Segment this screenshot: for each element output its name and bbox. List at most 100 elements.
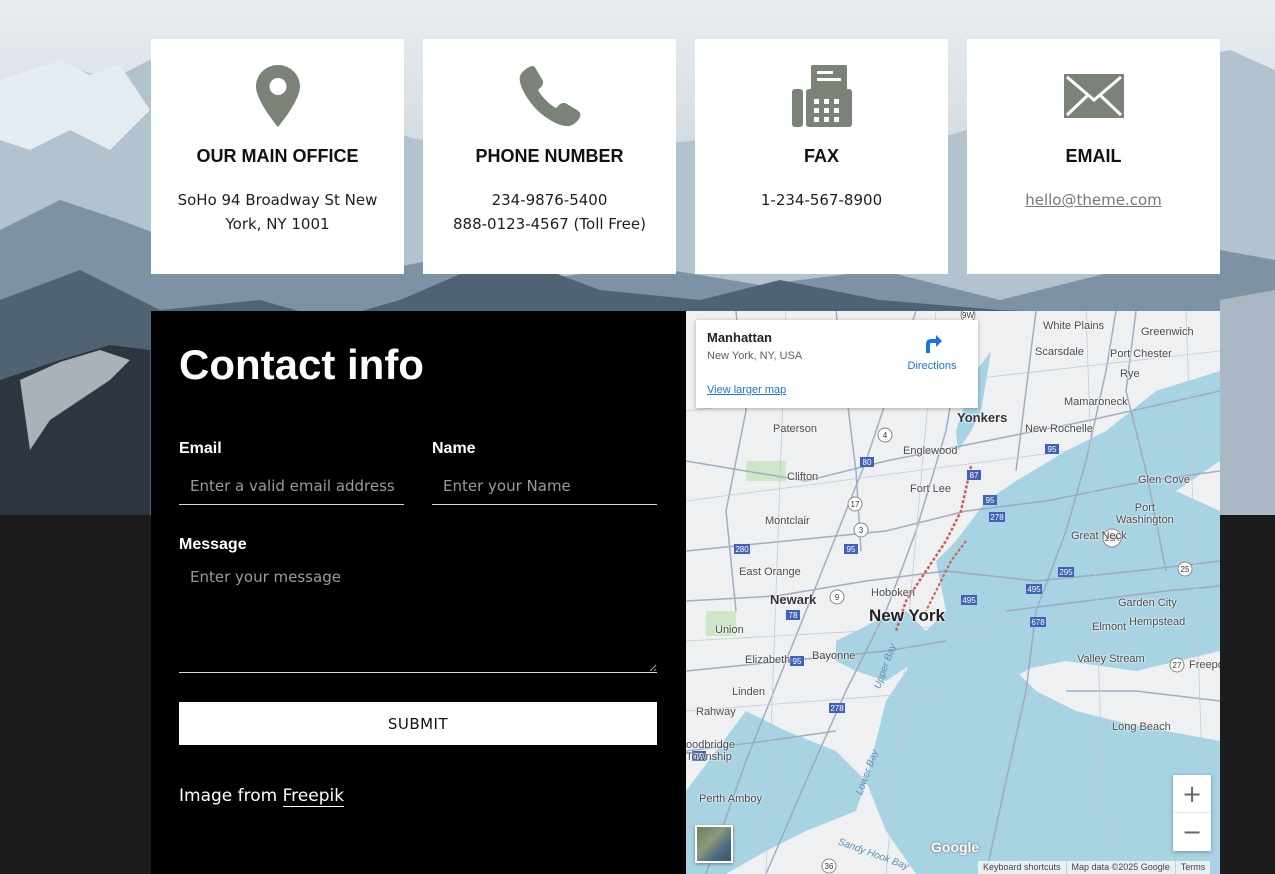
- svg-text:3: 3: [859, 526, 864, 535]
- zoom-controls: + −: [1173, 775, 1211, 851]
- map-label: Garden City: [1118, 597, 1177, 609]
- map-label: Port Chester: [1110, 348, 1172, 360]
- freepik-link[interactable]: Freepik: [282, 786, 345, 807]
- name-label: Name: [432, 440, 476, 457]
- svg-text:95: 95: [847, 545, 856, 554]
- map-label: Perth Amboy: [699, 793, 762, 805]
- map-attribution: Keyboard shortcuts Map data ©2025 Google…: [978, 861, 1211, 874]
- credit-text: Image from: [179, 786, 278, 806]
- place-name: Manhattan: [707, 330, 772, 345]
- image-credit: Image from Freepik: [179, 786, 345, 807]
- fax-icon: [695, 65, 948, 127]
- svg-text:17: 17: [851, 500, 860, 509]
- svg-text:278: 278: [990, 513, 1004, 522]
- svg-text:80: 80: [863, 458, 872, 467]
- card-title: PHONE NUMBER: [475, 146, 624, 166]
- map-label: East Orange: [739, 566, 801, 578]
- map-label: Rahway: [696, 706, 736, 718]
- map-label: Port Washington: [1116, 502, 1174, 526]
- map-label: Clifton: [787, 471, 819, 483]
- map-label: Greenwich: [1141, 326, 1194, 338]
- place-address: New York, NY, USA: [707, 350, 803, 362]
- directions-label: Directions: [907, 360, 957, 372]
- svg-text:278: 278: [830, 704, 844, 713]
- map-label: Hempstead: [1129, 616, 1186, 628]
- phone-line: 888-0123-4567 (Toll Free): [452, 215, 646, 233]
- message-label: Message: [179, 536, 247, 553]
- google-map[interactable]: 80 87 95 278 95 280 95 495 295 495 678 7…: [686, 311, 1220, 874]
- email-link[interactable]: hello@theme.com: [1025, 191, 1162, 209]
- map-label: White Plains: [1043, 320, 1105, 332]
- svg-text:678: 678: [1031, 618, 1045, 627]
- card-title: OUR MAIN OFFICE: [196, 146, 359, 166]
- address-line: SoHo 94 Broadway St New: [177, 191, 378, 209]
- map-label: New Rochelle: [1025, 423, 1093, 435]
- svg-text:25: 25: [1181, 565, 1190, 574]
- terms-link[interactable]: Terms: [1174, 861, 1211, 874]
- svg-text:27: 27: [1173, 661, 1182, 670]
- map-label: Long Beach: [1112, 721, 1171, 733]
- map-label: New York: [869, 606, 945, 625]
- svg-text:280: 280: [735, 545, 749, 554]
- map-label: Freeport: [1189, 659, 1220, 671]
- svg-text:495: 495: [1027, 585, 1041, 594]
- map-label: Mamaroneck: [1064, 396, 1128, 408]
- map-label: Elizabeth: [745, 654, 791, 666]
- map-label: Rye: [1120, 368, 1140, 380]
- fax-card: FAX 1-234-567-8900: [695, 39, 948, 274]
- map-label: Valley Stream: [1077, 653, 1145, 665]
- map-label: Great Neck: [1071, 530, 1127, 542]
- map-label: Fort Lee: [910, 483, 951, 495]
- view-larger-map-link[interactable]: View larger map: [707, 384, 786, 396]
- contact-heading: Contact info: [179, 341, 424, 388]
- map-label: oodbridge Township: [686, 739, 735, 763]
- office-address: SoHo 94 Broadway St New York, NY 1001: [171, 188, 384, 236]
- svg-text:4: 4: [883, 431, 888, 440]
- svg-text:36: 36: [825, 862, 834, 871]
- svg-text:495: 495: [962, 596, 976, 605]
- phone-numbers: 234-9876-5400 888-0123-4567 (Toll Free): [443, 188, 656, 236]
- svg-text:87: 87: [970, 471, 979, 480]
- svg-text:95: 95: [793, 657, 802, 666]
- contact-form-panel: Contact info Email Name Message SUBMIT I…: [151, 311, 686, 874]
- submit-button[interactable]: SUBMIT: [179, 702, 657, 745]
- directions-icon: [926, 335, 942, 353]
- email-address: hello@theme.com: [987, 188, 1200, 212]
- card-title: EMAIL: [1065, 146, 1122, 166]
- map-label: Newark: [770, 592, 817, 607]
- google-logo: Google: [931, 839, 980, 855]
- fax-line: 1-234-567-8900: [760, 191, 883, 209]
- map-label: Yonkers: [957, 410, 1008, 425]
- email-label: Email: [179, 440, 222, 457]
- map-data-text: Map data ©2025 Google: [1065, 861, 1175, 874]
- svg-text:78: 78: [789, 611, 798, 620]
- directions-button[interactable]: Directions: [902, 332, 962, 372]
- office-card: OUR MAIN OFFICE SoHo 94 Broadway St New …: [151, 39, 404, 274]
- fax-number: 1-234-567-8900: [715, 188, 928, 212]
- map-label: Paterson: [773, 423, 818, 435]
- phone-icon: [423, 65, 676, 127]
- name-field[interactable]: [432, 468, 657, 505]
- phone-card: PHONE NUMBER 234-9876-5400 888-0123-4567…: [423, 39, 676, 274]
- address-line: York, NY 1001: [225, 215, 330, 233]
- map-label: Union: [715, 624, 744, 636]
- map-label: Elmont: [1092, 621, 1127, 633]
- zoom-in-button[interactable]: +: [1173, 775, 1211, 813]
- email-card: EMAIL hello@theme.com: [967, 39, 1220, 274]
- svg-text:95: 95: [986, 496, 995, 505]
- map-label: Hoboken: [871, 587, 916, 599]
- email-field[interactable]: [179, 468, 404, 505]
- map-label: Scarsdale: [1035, 346, 1084, 358]
- map-label: Linden: [732, 686, 766, 698]
- zoom-out-button[interactable]: −: [1173, 813, 1211, 851]
- svg-text:295: 295: [1059, 568, 1073, 577]
- satellite-toggle-button[interactable]: [695, 825, 733, 863]
- map-label: Montclair: [765, 515, 810, 527]
- message-field[interactable]: [179, 560, 657, 673]
- map-label: Bayonne: [812, 650, 856, 662]
- card-title: FAX: [803, 146, 839, 166]
- map-place-card: Manhattan New York, NY, USA View larger …: [696, 320, 978, 408]
- map-label: Glen Cove: [1138, 474, 1190, 486]
- keyboard-shortcuts-link[interactable]: Keyboard shortcuts: [978, 861, 1066, 874]
- svg-text:9W: 9W: [962, 311, 974, 320]
